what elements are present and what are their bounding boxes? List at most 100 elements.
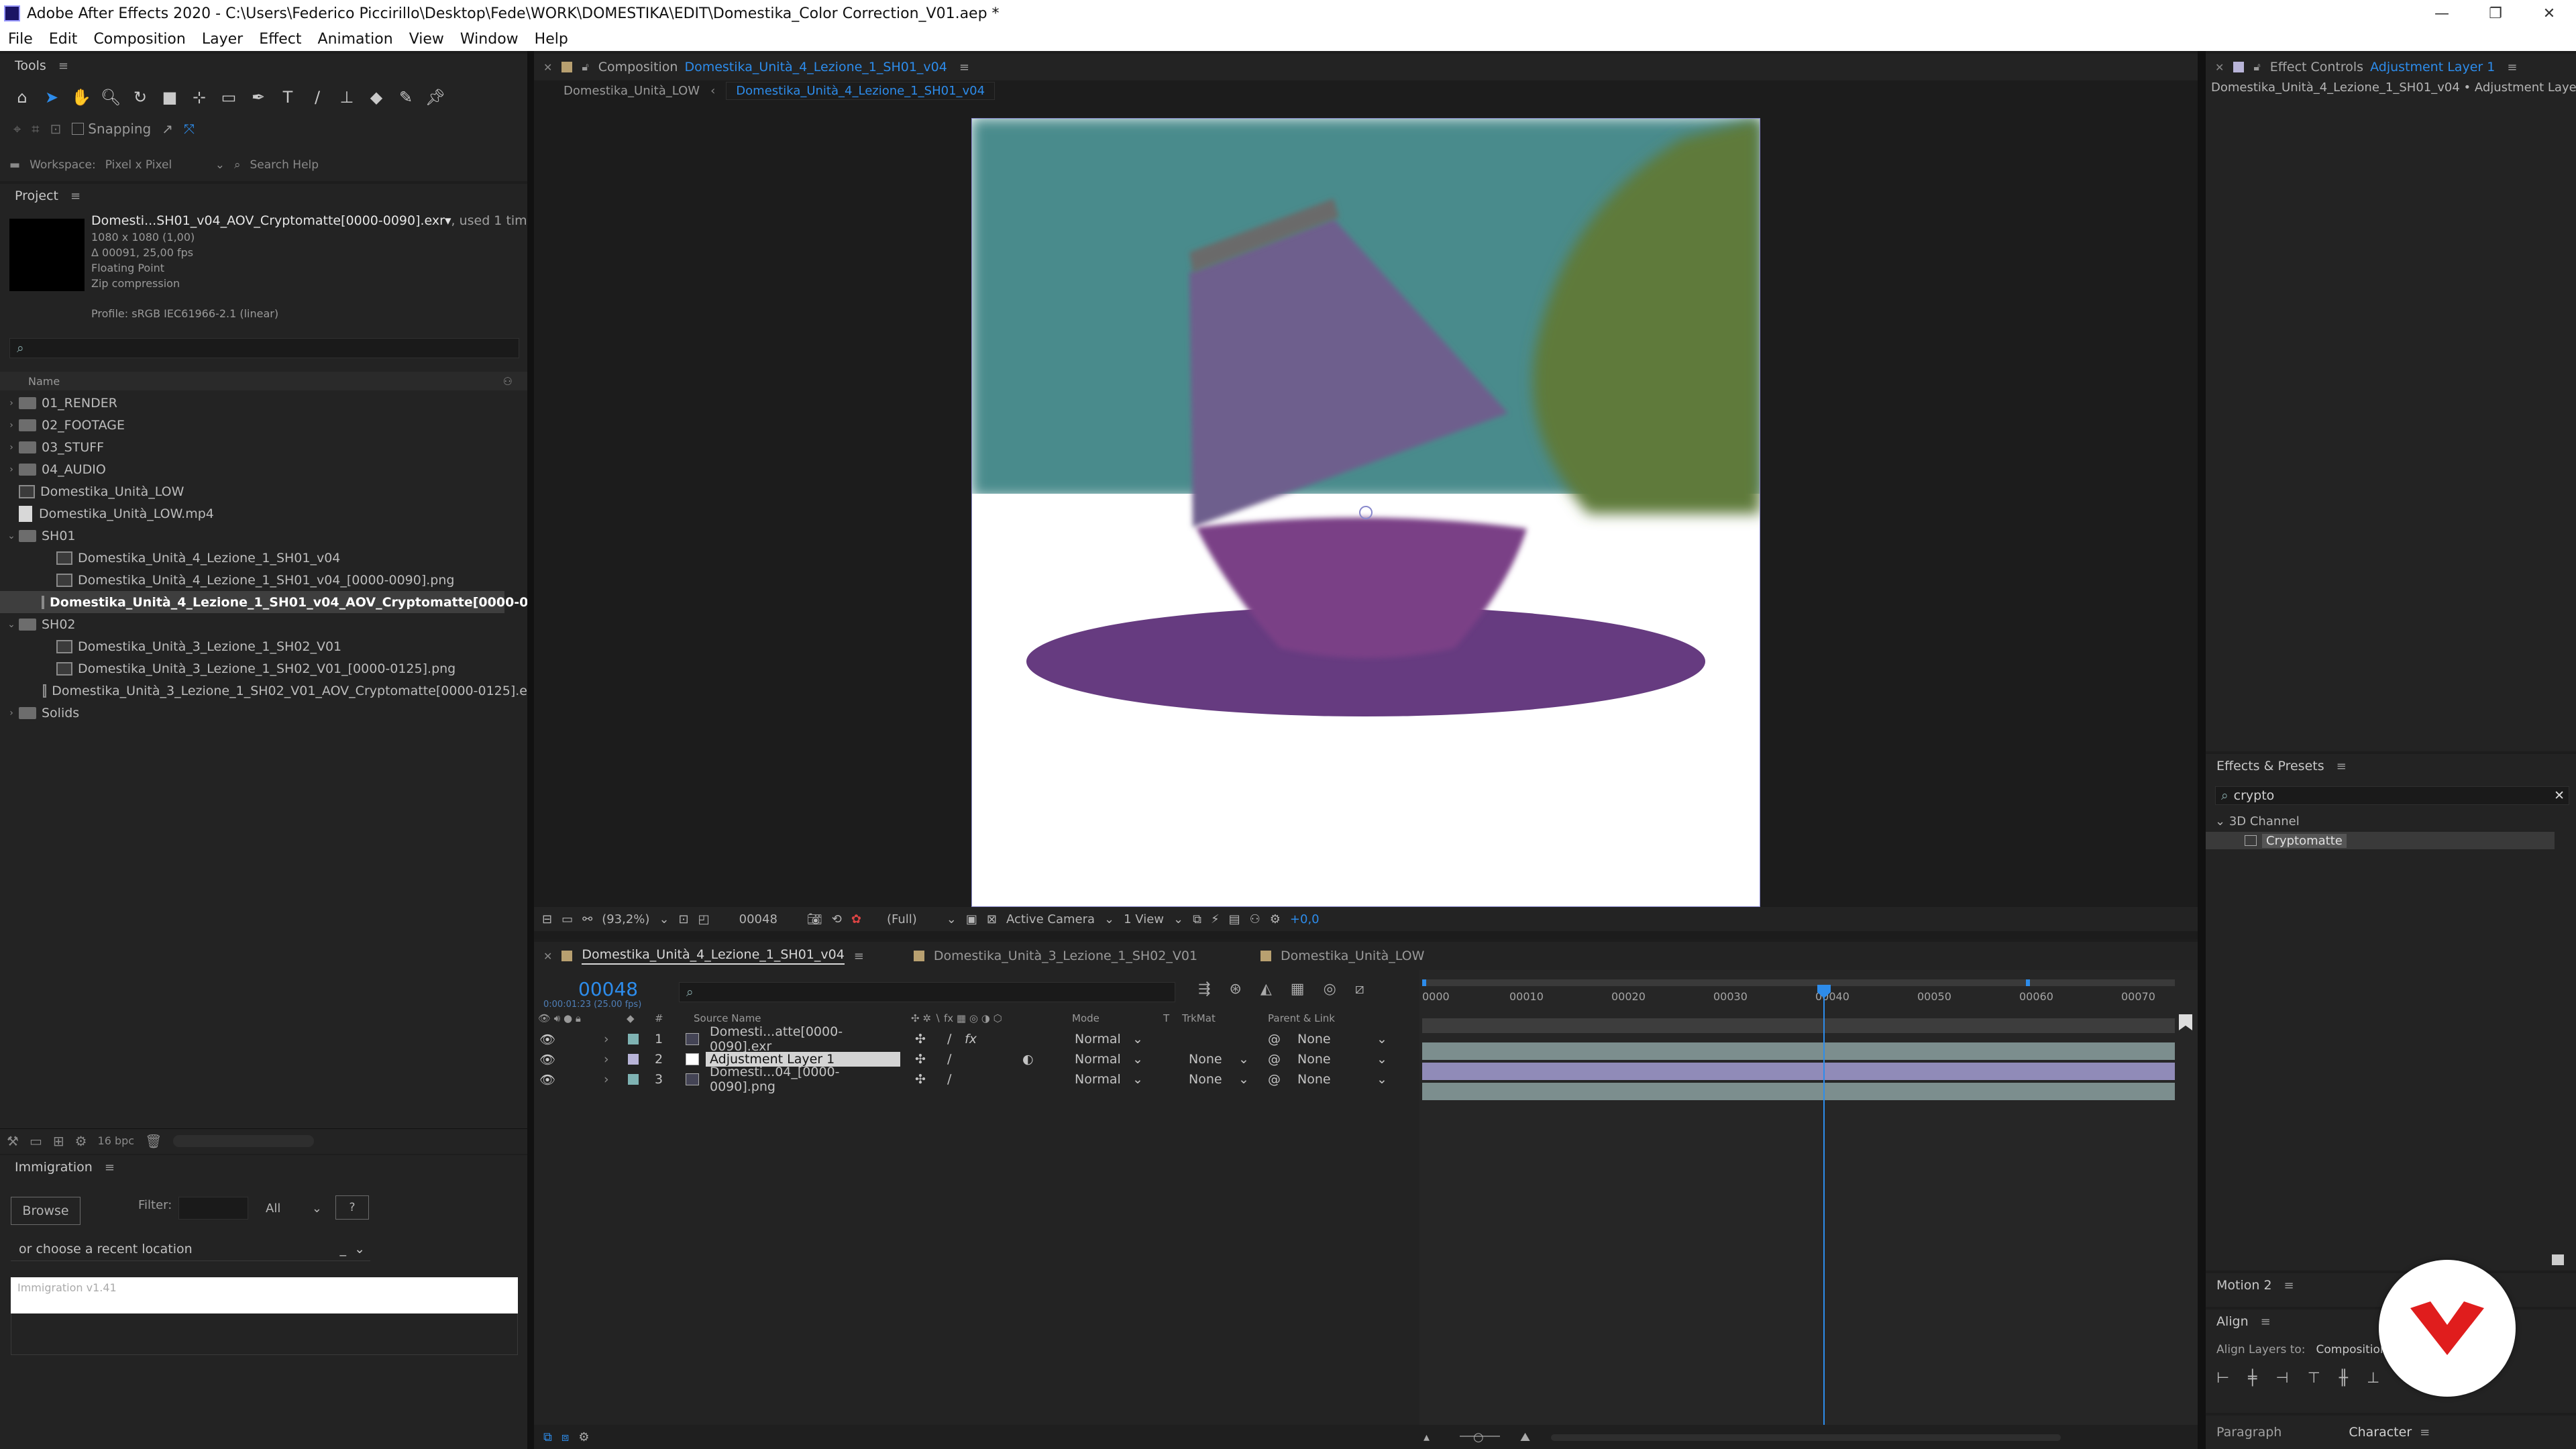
twirl-arrow-icon[interactable]: › (4, 398, 19, 409)
timeline-scrollbar[interactable] (1551, 1434, 2061, 1441)
in-out-icon[interactable]: ⚙ (578, 1430, 589, 1444)
close-icon[interactable]: ✕ (543, 61, 552, 74)
time-graph[interactable]: 0000 00010 00020 00030 00040 00050 00060 00070 (1419, 970, 2198, 1449)
eye-icon[interactable]: 👁︎ (539, 1052, 555, 1067)
zoom-slider-handle[interactable]: ○ (1473, 1430, 1484, 1444)
snapshot-icon[interactable]: 📷︎ (807, 912, 822, 926)
panel-menu-icon[interactable]: ≡ (2420, 1426, 2430, 1440)
effect-controls-layer[interactable]: Adjustment Layer 1 (2370, 60, 2495, 74)
reset-exposure-icon[interactable]: ⚙ (1270, 912, 1281, 926)
snapping-toggle[interactable]: Snapping (72, 121, 151, 137)
snap-edges-icon[interactable]: ↗ (162, 121, 173, 137)
title-safe-icon[interactable]: ◰ (698, 912, 710, 926)
layer-2-duration-bar[interactable] (1422, 1063, 2175, 1080)
align-to-select[interactable]: Composition (2316, 1343, 2387, 1356)
time-navigator[interactable] (1422, 979, 2175, 986)
work-area-end-marker[interactable] (2179, 1014, 2192, 1030)
transfer-controls-icon[interactable]: ⧈ (561, 1430, 569, 1444)
project-item[interactable]: Domestika_Unità_LOW.mp4 (0, 502, 527, 525)
channel-icon[interactable]: ✿ (851, 912, 861, 926)
panel-menu-icon[interactable]: ≡ (70, 189, 80, 203)
camera-select[interactable]: Active Camera (1006, 912, 1095, 926)
navigator-end-handle[interactable] (2026, 979, 2030, 986)
pickwhip-icon[interactable]: @ (1268, 1052, 1281, 1067)
footage-name[interactable]: Domesti...SH01_v04_AOV_Cryptomatte[0000-… (91, 213, 451, 228)
mask-visibility-icon[interactable]: ⚯ (582, 912, 592, 926)
collapse-switch-icon[interactable]: ✣ (915, 1072, 926, 1087)
panel-menu-icon[interactable]: ≡ (2284, 1279, 2294, 1293)
layer-mode-select[interactable]: Normal (1075, 1072, 1121, 1087)
panel-menu-icon[interactable]: ≡ (2507, 60, 2517, 74)
work-area-bar[interactable] (1422, 1018, 2175, 1033)
layer-trkmat-select[interactable]: None (1189, 1072, 1222, 1087)
breadcrumb-current-comp[interactable]: Domestika_Unità_4_Lezione_1_SH01_v04 (726, 81, 996, 100)
align-vertical-center-icon[interactable]: ╫ (2339, 1370, 2348, 1387)
monitor-icon[interactable]: ▭ (561, 912, 573, 926)
bit-depth-button[interactable]: 16 bpc (98, 1134, 135, 1147)
pickwhip-icon[interactable]: @ (1268, 1032, 1281, 1046)
clear-search-icon[interactable]: ✕ (2554, 788, 2565, 803)
toggle-pixel-aspect-icon[interactable]: ⧉ (1193, 912, 1201, 926)
fast-preview-icon[interactable]: ⚡︎ (1211, 912, 1220, 926)
twirl-arrow-icon[interactable]: › (604, 1072, 609, 1087)
twirl-arrow-icon[interactable]: › (4, 442, 19, 453)
tab-paragraph[interactable]: Paragraph (2216, 1425, 2282, 1440)
layer-label-swatch[interactable] (628, 1054, 639, 1065)
layer-parent-select[interactable]: None (1297, 1052, 1331, 1067)
menu-animation[interactable]: Animation (310, 31, 401, 48)
layer-mode-select[interactable]: Normal (1075, 1032, 1121, 1046)
twirl-arrow-icon[interactable]: › (604, 1052, 609, 1067)
column-trkmat[interactable]: TrkMat (1182, 1012, 1216, 1024)
project-folder-item[interactable]: › Solids (0, 702, 527, 724)
home-icon[interactable]: ⌂ (9, 85, 35, 110)
breadcrumb-prev-comp[interactable]: Domestika_Unità_LOW (564, 84, 700, 98)
project-settings-icon[interactable]: ⚙ (75, 1133, 87, 1149)
tab-character[interactable]: Character (2349, 1425, 2412, 1440)
playhead[interactable] (1817, 985, 1831, 1448)
type-tool-icon[interactable]: T (275, 85, 301, 110)
project-search-input[interactable]: ⌕ (9, 338, 519, 358)
column-name-header[interactable]: Name (28, 375, 60, 388)
fit-icon[interactable]: ⊡ (679, 912, 689, 926)
workspace-select[interactable]: Pixel x Pixel (105, 158, 206, 172)
rectangle-tool-icon[interactable]: ▭ (216, 85, 241, 110)
recent-location-clear[interactable]: _ (340, 1242, 347, 1256)
menu-view[interactable]: View (401, 31, 452, 48)
project-folder-item[interactable]: ⌄ SH02 (0, 613, 527, 635)
quality-switch-icon[interactable]: ∕ (947, 1072, 951, 1087)
quality-switch-icon[interactable]: ∕ (947, 1052, 951, 1067)
effect-item-cryptomatte[interactable]: Cryptomatte (2206, 832, 2555, 849)
panel-menu-icon[interactable]: ≡ (58, 59, 68, 73)
pickwhip-icon[interactable]: @ (1268, 1072, 1281, 1087)
column-parent[interactable]: Parent & Link (1268, 1012, 1335, 1024)
time-ruler[interactable]: 0000 00010 00020 00030 00040 00050 00060 00070 (1419, 986, 2184, 1006)
effect-category-3d-channel[interactable]: ⌄ 3D Channel (2215, 814, 2300, 828)
menu-window[interactable]: Window (452, 31, 527, 48)
project-item[interactable]: Domestika_Unità_3_Lezione_1_SH02_V01_[00… (0, 657, 527, 680)
lock-icon[interactable]: 🔓︎ (2253, 60, 2260, 74)
quality-switch-icon[interactable]: ∕ (947, 1032, 951, 1046)
layer-mode-select[interactable]: Normal (1075, 1052, 1121, 1067)
twirl-arrow-icon[interactable]: › (4, 420, 19, 431)
collapse-switch-icon[interactable]: ✣ (915, 1032, 926, 1046)
close-icon[interactable]: ✕ (2215, 61, 2224, 74)
panel-menu-icon[interactable]: ≡ (854, 949, 864, 963)
timeline-icon[interactable]: ▤ (1229, 912, 1240, 926)
recent-location-select[interactable]: or choose a recent location _ ⌄ (11, 1237, 370, 1261)
project-folder-item[interactable]: › 03_STUFF (0, 436, 527, 458)
menu-edit[interactable]: Edit (41, 31, 86, 48)
eye-icon[interactable]: 👁︎ (539, 1072, 555, 1087)
graph-editor-icon[interactable]: ⧄ (1355, 981, 1364, 998)
align-left-icon[interactable]: ⊢ (2216, 1370, 2229, 1387)
new-folder-icon[interactable]: ▭ (30, 1133, 42, 1149)
align-bottom-icon[interactable]: ⊥ (2367, 1370, 2379, 1387)
layer-1-duration-bar[interactable] (1422, 1042, 2175, 1060)
minimize-button[interactable]: — (2415, 0, 2469, 27)
region-of-interest-icon[interactable]: ▣ (966, 912, 977, 926)
project-item[interactable]: Domestika_Unità_3_Lezione_1_SH02_V01_AOV… (0, 680, 527, 702)
new-preset-icon[interactable] (2552, 1254, 2564, 1265)
twirl-arrow-icon[interactable]: ⌄ (4, 619, 19, 630)
trash-icon[interactable]: 🗑︎ (145, 1133, 162, 1149)
layer-parent-select[interactable]: None (1297, 1072, 1331, 1087)
column-divider[interactable] (527, 51, 534, 1449)
